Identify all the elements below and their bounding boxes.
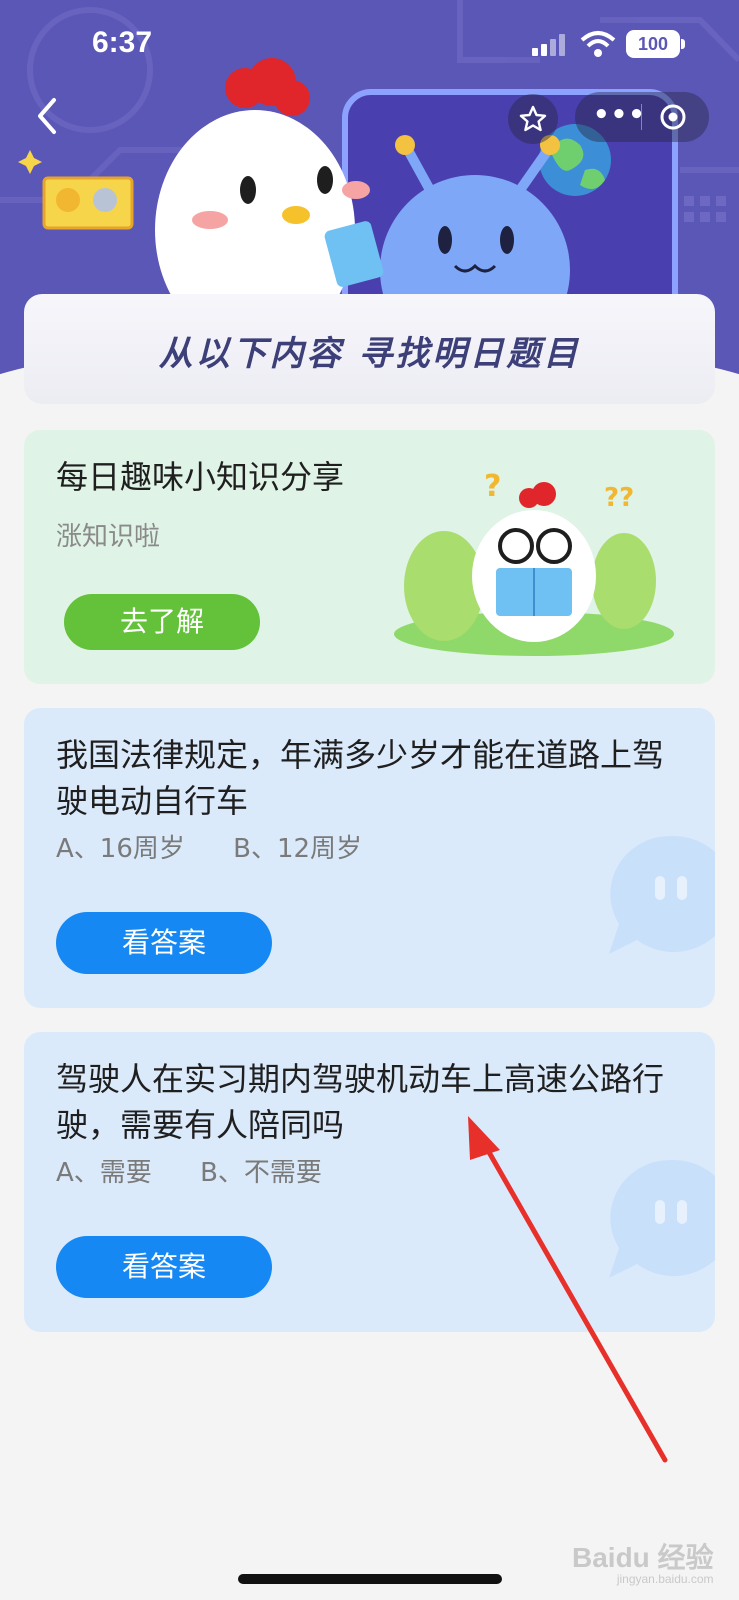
watermark-url: jingyan.baidu.com (616, 1572, 714, 1586)
reading-chick-illustration: ? ?? (394, 469, 674, 656)
more-dots-icon[interactable]: ••• (593, 100, 646, 130)
knowledge-subtitle: 涨知识啦 (56, 522, 161, 552)
question-text-1: 我国法律规定，年满多少岁才能在道路上驾驶电动自行车 (56, 736, 665, 820)
title-card: 从以下内容 寻找明日题目 (24, 294, 715, 404)
knowledge-card: 每日趣味小知识分享 涨知识啦 去了解 ? ?? (24, 430, 715, 684)
option-a: A、16周岁 (56, 834, 185, 864)
chat-bubble-icon (609, 835, 715, 954)
favorite-button[interactable] (508, 94, 558, 144)
signal-icon (532, 34, 565, 56)
option-a: A、需要 (56, 1158, 152, 1188)
battery-tip (681, 39, 685, 49)
learn-more-button[interactable]: 去了解 (64, 594, 260, 650)
home-indicator[interactable] (238, 1574, 502, 1584)
view-answer-button-2[interactable]: 看答案 (56, 1236, 272, 1298)
target-icon[interactable] (659, 103, 687, 131)
mini-program-capsule: ••• (575, 92, 709, 142)
capsule-divider (641, 104, 642, 130)
star-icon (519, 105, 547, 132)
chat-bubble-icon (609, 1159, 715, 1278)
svg-text:?: ? (484, 469, 501, 504)
status-time: 6:37 (92, 26, 153, 59)
question-card-1: 我国法律规定，年满多少岁才能在道路上驾驶电动自行车 A、16周岁 B、12周岁 … (24, 708, 715, 1008)
back-arrow-icon[interactable] (28, 96, 68, 136)
view-answer-button-1[interactable]: 看答案 (56, 912, 272, 974)
question-text-2: 驾驶人在实习期内驾驶机动车上高速公路行驶，需要有人陪同吗 (56, 1060, 665, 1144)
watermark-brand: Baidu 经验 (572, 1542, 714, 1573)
svg-text:??: ?? (604, 483, 634, 513)
question-options-2: A、需要 B、不需要 (56, 1152, 362, 1189)
wifi-icon (580, 31, 616, 57)
status-bar: 6:37 100 (0, 0, 739, 90)
battery-icon: 100 (626, 30, 680, 58)
question-card-2: 驾驶人在实习期内驾驶机动车上高速公路行驶，需要有人陪同吗 A、需要 B、不需要 … (24, 1032, 715, 1332)
option-b: B、12周岁 (233, 834, 363, 864)
page-title: 从以下内容 寻找明日题目 (158, 334, 581, 374)
option-b: B、不需要 (200, 1158, 322, 1188)
baidu-watermark: Baidu 经验 jingyan.baidu.com (572, 1536, 714, 1586)
question-options-1: A、16周岁 B、12周岁 (56, 828, 402, 865)
